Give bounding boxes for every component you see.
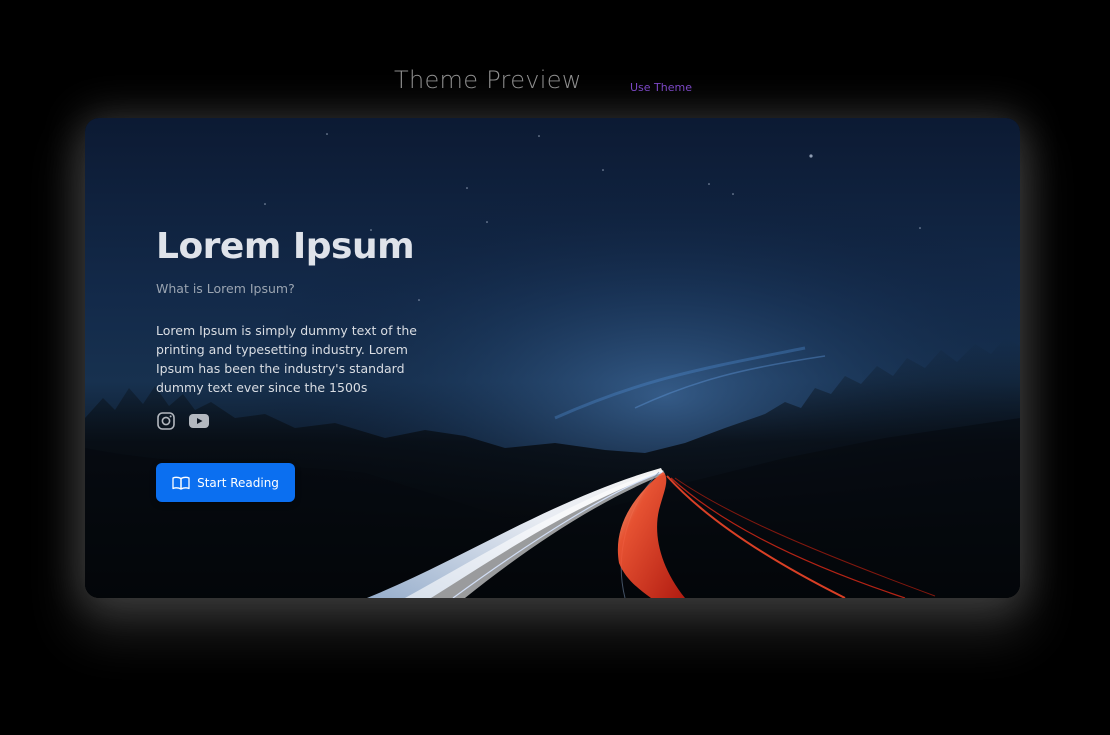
- hero-subtitle: What is Lorem Ipsum?: [156, 281, 295, 296]
- preview-title: Theme Preview: [394, 66, 582, 94]
- hero-title: Lorem Ipsum: [156, 226, 415, 267]
- social-links: [156, 411, 456, 431]
- page: Theme Preview Use Theme Lorem Ipsum What…: [0, 0, 1110, 735]
- instagram-icon[interactable]: [156, 411, 176, 431]
- use-theme-link[interactable]: Use Theme: [630, 81, 692, 94]
- hero-content: Lorem Ipsum What is Lorem Ipsum? Lorem I…: [156, 226, 456, 431]
- theme-preview-card: Lorem Ipsum What is Lorem Ipsum? Lorem I…: [85, 118, 1020, 598]
- book-icon: [172, 476, 190, 490]
- start-reading-label: Start Reading: [197, 475, 279, 490]
- start-reading-button[interactable]: Start Reading: [156, 463, 295, 502]
- youtube-icon[interactable]: [188, 411, 209, 431]
- preview-header: Theme Preview Use Theme: [0, 66, 1110, 106]
- hero-description: Lorem Ipsum is simply dummy text of the …: [156, 323, 417, 395]
